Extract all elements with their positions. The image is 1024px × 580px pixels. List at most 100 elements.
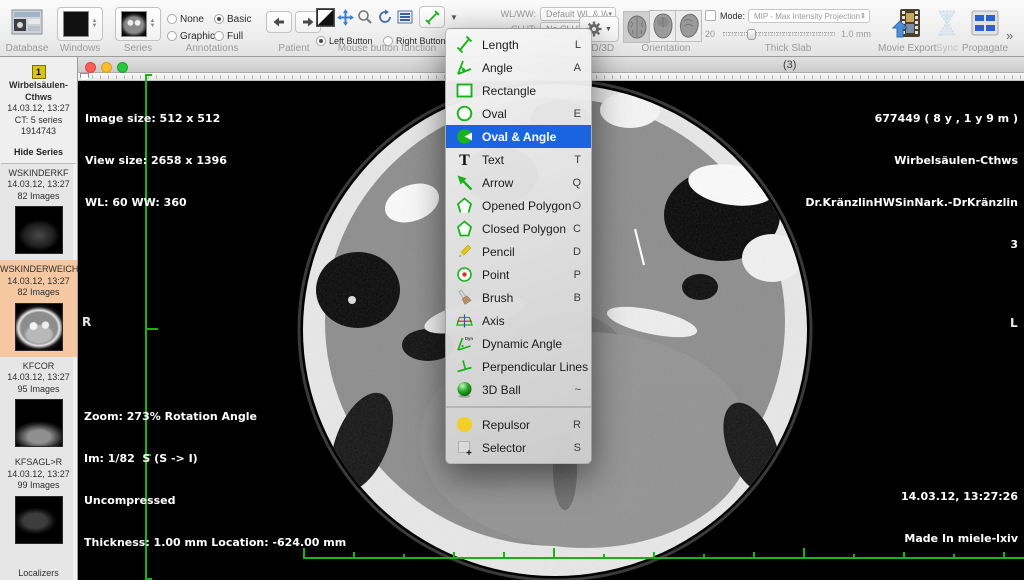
- radio-icon: [167, 31, 177, 41]
- point-icon: [454, 266, 474, 284]
- acquisition-datetime-text: 14.03.12, 13:27:26: [901, 490, 1018, 504]
- menu-item-axis[interactable]: Axis: [446, 309, 591, 332]
- database-label: Database: [4, 43, 50, 54]
- series-date: 14.03.12, 13:27: [0, 372, 77, 384]
- slider-pointer-icon[interactable]: [80, 73, 89, 81]
- chevron-down-icon: ▼: [605, 26, 612, 33]
- svg-text:Dyn: Dyn: [465, 336, 473, 341]
- minimize-button[interactable]: [101, 62, 112, 73]
- menu-item-length[interactable]: LengthL: [446, 33, 591, 56]
- arrow-right-icon: [302, 17, 314, 27]
- menu-item-perpendicular-lines[interactable]: Perpendicular Lines: [446, 355, 591, 378]
- 3d-ball-icon: [454, 381, 474, 399]
- hide-series-button[interactable]: Hide Series: [0, 147, 77, 157]
- windows-stepper-icon: ▲▼: [92, 19, 98, 29]
- movie-export-button[interactable]: [892, 7, 922, 44]
- series-label: Series: [112, 43, 164, 54]
- series-thumbnail[interactable]: [15, 303, 63, 351]
- close-button[interactable]: [85, 62, 96, 73]
- series-date: 14.03.12, 13:27: [0, 276, 77, 288]
- series-count: 82 Images: [0, 287, 77, 299]
- menu-item-pencil[interactable]: PencilD: [446, 240, 591, 263]
- magnifier-icon: [357, 9, 373, 25]
- menu-item-repulsor[interactable]: RepulsorR: [446, 413, 591, 436]
- brush-icon: [454, 289, 474, 307]
- orientation-label: Orientation: [620, 43, 712, 54]
- series-name: Localizers: [0, 568, 77, 580]
- thick-slab-mode-popup[interactable]: MIP - Max Intensity Projection⇕: [748, 9, 870, 23]
- series-thumbnail[interactable]: [15, 496, 63, 544]
- orientation-coronal-button[interactable]: [649, 10, 676, 42]
- menu-separator: [446, 406, 591, 408]
- sync-button[interactable]: [936, 9, 958, 42]
- wlww-tool-button[interactable]: [316, 8, 335, 27]
- mouse-function-group: ▼ Left Button Right Button Mouse button …: [314, 0, 460, 56]
- menu-item-closed-polygon[interactable]: Closed PolygonC: [446, 217, 591, 240]
- series-thumbnail[interactable]: [15, 399, 63, 447]
- study-name-text: Wirbelsäulen-Cthws: [805, 154, 1018, 168]
- window-title: (3): [783, 59, 796, 71]
- menu-item-3d-ball[interactable]: 3D Ball~: [446, 378, 591, 401]
- wlww-label: WL/WW:: [501, 9, 536, 19]
- menu-item-oval-angle[interactable]: Oval & Angle: [446, 125, 591, 148]
- overlay-bottom-right: 14.03.12, 13:27:26 Made In miele-lxiv: [901, 462, 1018, 574]
- text-icon: T: [454, 151, 474, 169]
- roi-tool-chevron[interactable]: ▼: [450, 13, 458, 22]
- series-group: ▲▼ Series: [112, 0, 164, 56]
- windows-button[interactable]: ▲▼: [57, 7, 103, 41]
- menu-item-oval[interactable]: OvalE: [446, 102, 591, 125]
- slider-thumb[interactable]: [747, 29, 756, 40]
- menu-item-selector[interactable]: SelectorS: [446, 436, 591, 459]
- series-item[interactable]: KFSAGL>R 14.03.12, 13:27 99 Images: [0, 453, 77, 550]
- database-button[interactable]: [11, 8, 43, 36]
- propagate-button[interactable]: [971, 10, 999, 41]
- series-sidebar: 1 Wirbelsäulen-Cthws 14.03.12, 13:27 CT:…: [0, 57, 78, 580]
- thick-slab-mode-checkbox[interactable]: [705, 10, 716, 21]
- menu-item-angle[interactable]: AngleA: [446, 56, 591, 79]
- zoom-tool-button[interactable]: [355, 6, 375, 28]
- angle-icon: [454, 59, 474, 77]
- menu-item-opened-polygon[interactable]: Opened PolygonO: [446, 194, 591, 217]
- annotations-radio-full[interactable]: Full: [214, 26, 243, 44]
- perpendicular-lines-icon: [454, 358, 474, 376]
- menu-item-point[interactable]: PointP: [446, 263, 591, 286]
- series-item-selected[interactable]: WSKINDERWEICH. 14.03.12, 13:27 82 Images: [0, 260, 77, 357]
- toolbar-overflow-button[interactable]: »: [1006, 28, 1013, 43]
- study-badge: 1: [32, 65, 46, 79]
- roi-tool-button[interactable]: [419, 6, 445, 28]
- rectangle-icon: [454, 82, 474, 100]
- orientation-axial-button[interactable]: [623, 11, 650, 43]
- series-thumbnail[interactable]: [15, 206, 63, 254]
- previous-patient-button[interactable]: [266, 11, 292, 33]
- zoom-window-button[interactable]: [117, 62, 128, 73]
- menu-item-arrow[interactable]: ArrowQ: [446, 171, 591, 194]
- rotate-tool-button[interactable]: [375, 6, 395, 28]
- menu-item-text[interactable]: T TextT: [446, 148, 591, 171]
- pan-tool-button[interactable]: [335, 6, 355, 28]
- mouse-function-label: Mouse button function: [314, 43, 460, 54]
- series-item[interactable]: Localizers 14.03.12, 13:26 3 Images: [0, 564, 77, 580]
- menu-item-dynamic-angle[interactable]: Dyn Dynamic Angle: [446, 332, 591, 355]
- series-date: 14.03.12, 13:27: [0, 179, 77, 191]
- series-item[interactable]: KFCOR 14.03.12, 13:27 95 Images: [0, 357, 77, 454]
- series-item[interactable]: WSKINDERKF 14.03.12, 13:27 82 Images: [0, 164, 77, 261]
- pan-icon: [337, 9, 354, 26]
- mode-label: Mode:: [720, 11, 745, 21]
- menu-item-rectangle[interactable]: Rectangle: [446, 79, 591, 102]
- next-image-tool-button[interactable]: [395, 6, 415, 28]
- series-button[interactable]: ▲▼: [115, 7, 161, 41]
- orientation-sagittal-button[interactable]: [675, 10, 702, 42]
- menu-item-brush[interactable]: BrushB: [446, 286, 591, 309]
- thickness-location-text: Thickness: 1.00 mm Location: -624.00 mm: [84, 536, 346, 550]
- annotations-radio-basic[interactable]: Basic: [214, 9, 251, 27]
- series-count: 99 Images: [0, 480, 77, 492]
- thick-slab-label: Thick Slab: [700, 43, 876, 54]
- movie-export-label: Movie Export: [878, 43, 936, 54]
- thick-slab-slider[interactable]: [723, 32, 835, 36]
- updown-chevron-icon: ⇕: [860, 13, 866, 20]
- selector-icon: [454, 439, 474, 457]
- annotations-radio-graphic[interactable]: Graphic: [167, 26, 215, 44]
- annotations-radio-none[interactable]: None: [167, 9, 204, 27]
- orientation-group: Orientation: [620, 0, 712, 56]
- database-icon: [11, 8, 43, 36]
